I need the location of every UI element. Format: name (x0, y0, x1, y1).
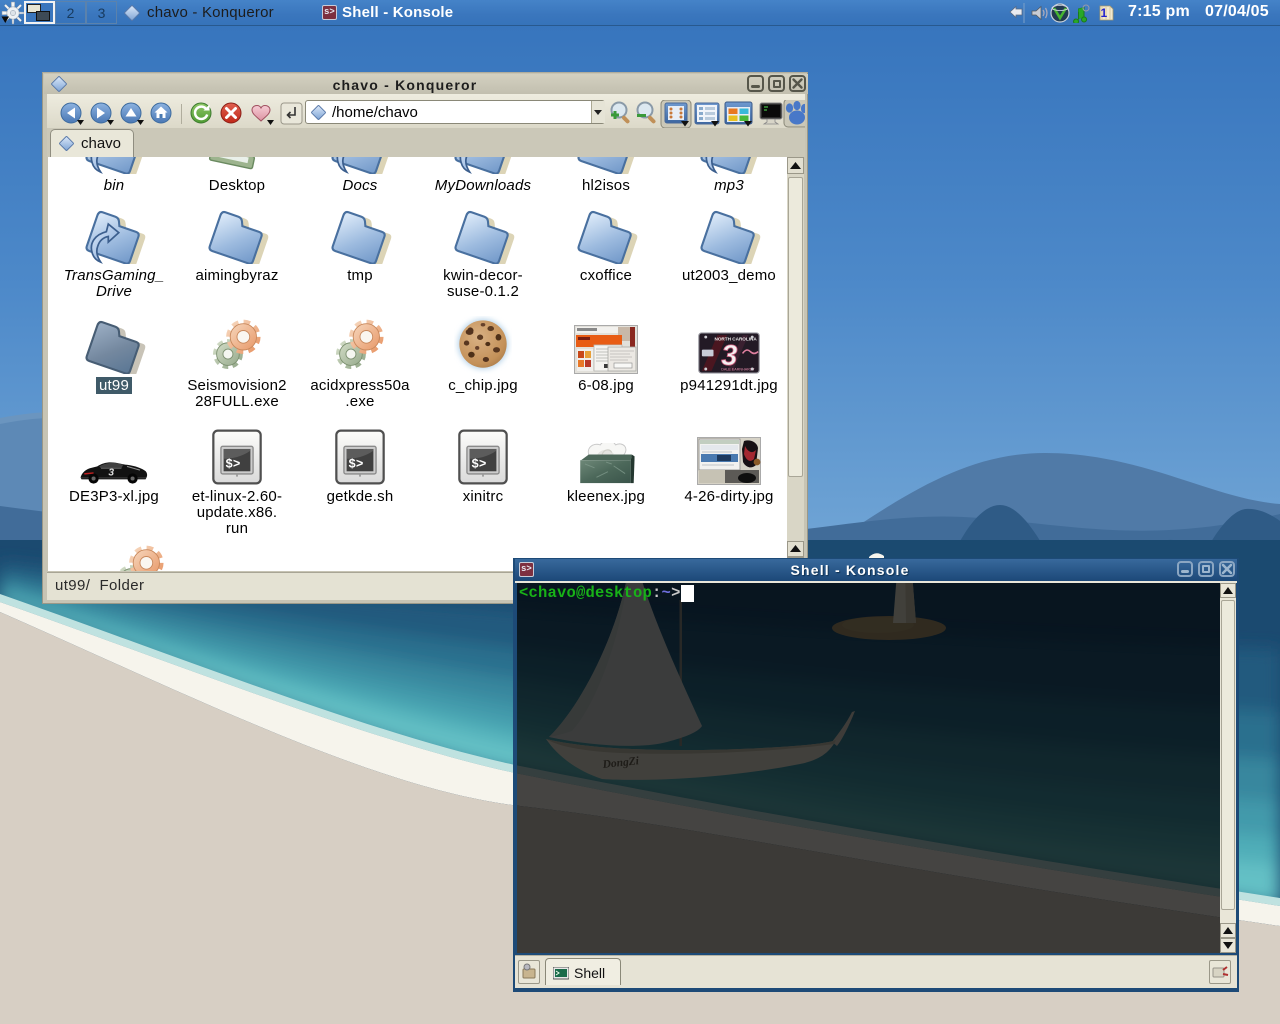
svg-text:1: 1 (1101, 6, 1108, 20)
